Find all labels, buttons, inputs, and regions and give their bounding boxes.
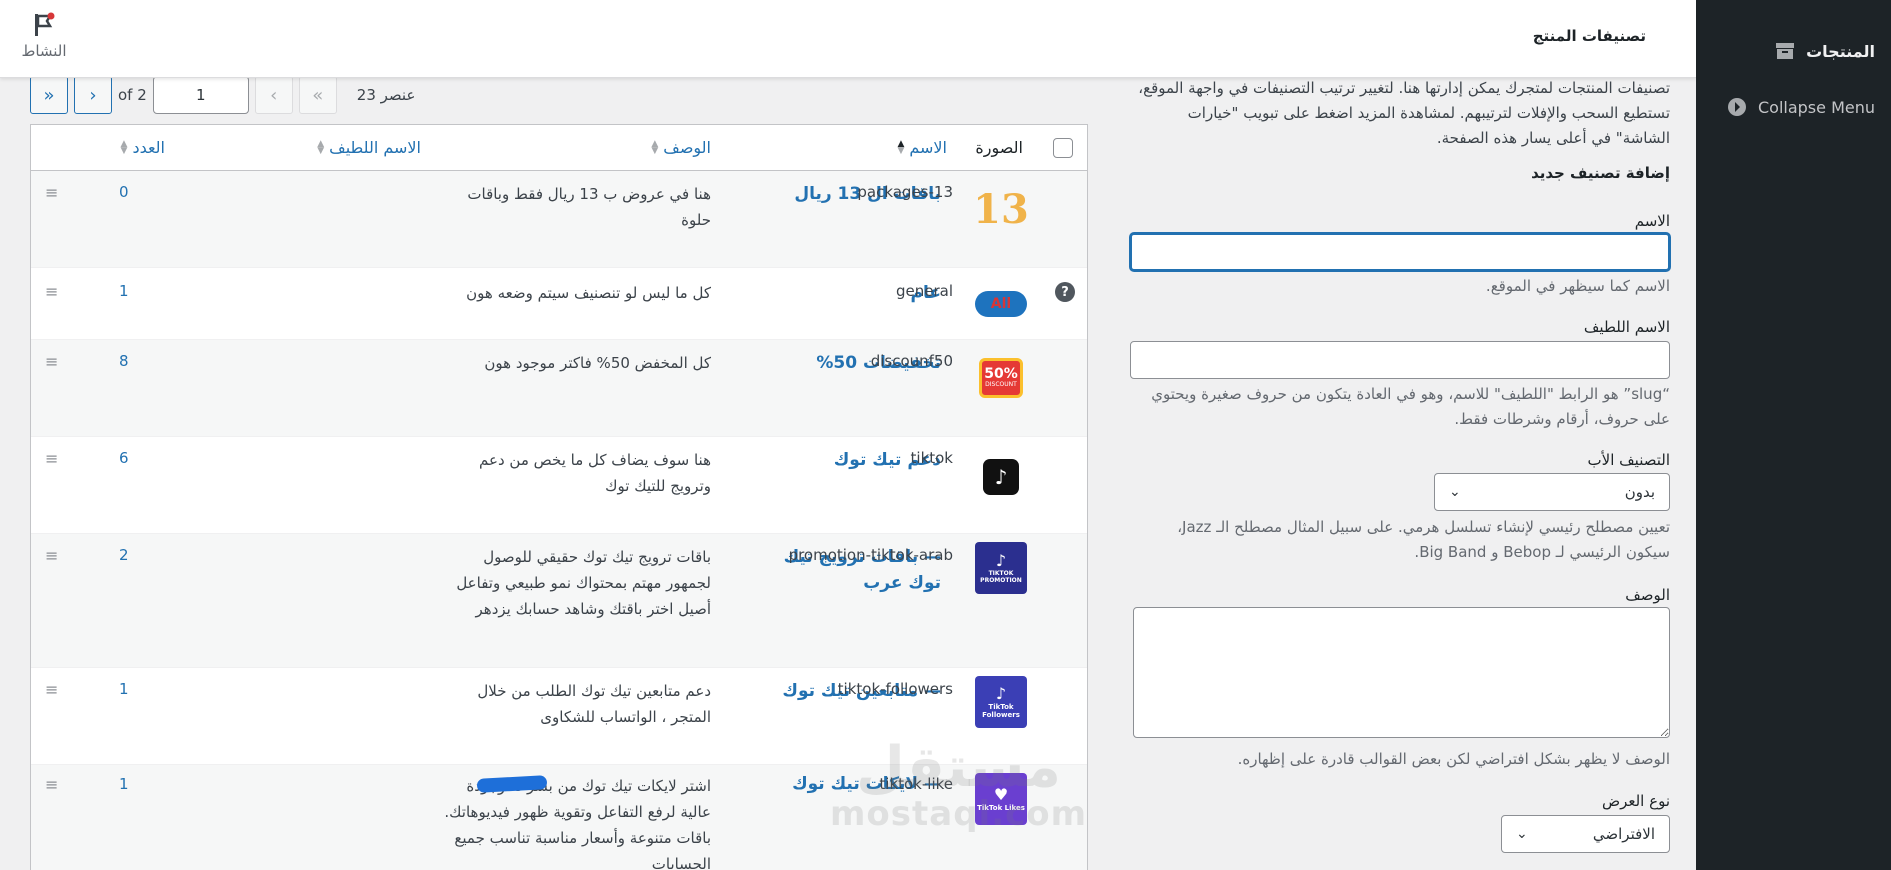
tiktok-followers-icon: ♪ TikTok Followers <box>975 676 1027 728</box>
category-slug: discounf50 <box>870 352 953 370</box>
watermark: مستقل mostaql.com <box>830 735 1088 834</box>
column-description-sort[interactable]: الوصف ▲ ▼ <box>651 138 711 157</box>
current-page-input[interactable] <box>152 76 249 114</box>
column-image: الصورة <box>975 138 1023 157</box>
activity-button[interactable]: النشاط <box>16 12 72 60</box>
tiktok-promotion-icon: ♪ TIKTOK PROMOTION <box>975 542 1027 594</box>
category-description: كل ما ليس لو تنصنيف سيتم وضعه هون <box>466 284 711 302</box>
category-description: باقات ترويج تيك توك حقيقي للوصول لجمهور … <box>456 548 711 618</box>
display-type-label: نوع العرض <box>1601 792 1670 810</box>
admin-sidebar: المنتجات Collapse Menu <box>1696 0 1891 870</box>
parent-select-value: بدون <box>1624 483 1655 501</box>
category-count-link[interactable]: 1 <box>119 282 129 300</box>
parent-label: التصنيف الأب <box>1587 451 1670 469</box>
sidebar-item-products[interactable]: المنتجات <box>1774 40 1875 62</box>
flag-icon <box>35 12 55 36</box>
watermark-url: mostaql.com <box>830 794 1088 834</box>
column-count-sort[interactable]: العدد ▲ ▼ <box>121 138 165 157</box>
collapse-menu-button[interactable]: Collapse Menu <box>1726 96 1875 118</box>
collapse-menu-label: Collapse Menu <box>1757 97 1875 117</box>
tiktok-icon: ♪ <box>975 451 1027 503</box>
category-count-link[interactable]: 2 <box>119 546 129 564</box>
chevron-down-icon: ⌄ <box>1449 484 1461 500</box>
activity-label: النشاط <box>21 42 67 60</box>
name-input[interactable] <box>1130 233 1670 271</box>
description-hint: الوصف لا يظهر بشكل افتراضي لكن بعض القوا… <box>1237 750 1670 768</box>
parent-hint: تعيين مصطلح رئيسي لإنشاء تسلسل هرمي. على… <box>1177 518 1670 561</box>
column-slug-label: الاسم اللطيف <box>329 138 421 157</box>
column-name-sort[interactable]: الاسم ▲ ▼ <box>897 138 947 157</box>
discount-badge-icon: 50% DISCOUNT <box>975 352 1027 404</box>
display-type-value: الافتراضي <box>1592 825 1655 843</box>
sidebar-item-label: المنتجات <box>1806 41 1875 61</box>
next-page-button[interactable]: › <box>74 76 112 114</box>
category-description: كل المخفض 50% فاكتر موجود هون <box>484 354 711 372</box>
page-of-text: of 2 <box>118 86 147 104</box>
collapse-arrow-icon <box>1726 96 1748 118</box>
prev-page-button: ‹ <box>254 76 293 114</box>
table-row: 13 باقات ال 13 ريال هنا في عروض ب 13 ريا… <box>31 171 1087 268</box>
all-cloud-icon: All <box>975 278 1027 330</box>
13-number-icon: 13 <box>973 185 1029 233</box>
select-all-checkbox[interactable] <box>1053 137 1073 158</box>
category-count-link[interactable]: 8 <box>119 352 129 370</box>
drag-handle-icon[interactable]: ≡ <box>45 775 58 794</box>
table-row: 50% DISCOUNT تخفيضات 50% كل المخفض 50% ف… <box>31 340 1087 437</box>
category-slug: tiktok <box>910 449 953 467</box>
table-row: ? All عام كل ما ليس لو تنصنيف سيتم وضعه … <box>31 268 1087 340</box>
sort-arrows-icon: ▲ ▼ <box>120 138 128 156</box>
first-page-button: « <box>298 76 337 114</box>
sort-arrows-icon: ▲ ▼ <box>897 138 905 156</box>
category-description: هنا سوف يضاف كل ما يخص من دعم وترويج للت… <box>479 451 711 495</box>
drag-handle-icon[interactable]: ≡ <box>45 282 58 301</box>
name-hint: الاسم كما سيظهر في الموقع. <box>1485 277 1670 295</box>
category-count-link[interactable]: 1 <box>119 775 129 793</box>
category-slug: packages-13 <box>857 183 953 201</box>
slug-input[interactable] <box>1130 341 1670 379</box>
table-row: ♪ دعم تيك توك هنا سوف يضاف كل ما يخص من … <box>31 437 1087 534</box>
description-label: الوصف <box>1625 586 1670 604</box>
category-slug: tiktok-followers <box>837 680 953 698</box>
slug-hint: “slug” هو الرابط "اللطيف" للاسم، وهو في … <box>1151 385 1670 428</box>
category-count-link[interactable]: 6 <box>119 449 129 467</box>
category-slug: general <box>895 282 953 300</box>
parent-select[interactable]: بدون ⌄ <box>1434 473 1670 511</box>
sort-arrows-icon: ▲ ▼ <box>317 138 325 156</box>
drag-handle-icon[interactable]: ≡ <box>45 680 58 699</box>
help-icon[interactable]: ? <box>1055 282 1075 302</box>
table-row: ♪ TIKTOK PROMOTION — باقات ترويج تيك توك… <box>31 534 1087 668</box>
name-label: الاسم <box>1634 212 1670 230</box>
page-header: تصنيفات المنتج النشاط <box>0 0 1696 78</box>
drag-handle-icon[interactable]: ≡ <box>45 449 58 468</box>
pagination: » › of 2 ‹ « 23 عنصر <box>30 76 415 114</box>
chevron-down-icon: ⌄ <box>1516 826 1528 842</box>
category-description: هنا في عروض ب 13 ريال فقط وباقات حلوة <box>467 185 711 229</box>
last-page-button[interactable]: » <box>30 76 68 114</box>
drag-handle-icon[interactable]: ≡ <box>45 546 58 565</box>
category-description: دعم متابعين تيك توك الطلب من خلال المتجر… <box>477 682 711 726</box>
watermark-arabic: مستقل <box>856 735 1061 800</box>
table-header: الصورة الاسم ▲ ▼ الوصف ▲ ▼ الاسم اللطيف ▲ ▼… <box>31 125 1087 171</box>
column-description-label: الوصف <box>663 138 711 157</box>
page-title: تصنيفات المنتج <box>1532 27 1646 45</box>
archive-icon <box>1774 40 1796 62</box>
display-type-select[interactable]: الافتراضي ⌄ <box>1501 815 1670 853</box>
column-count-label: العدد <box>132 138 165 157</box>
drag-handle-icon[interactable]: ≡ <box>45 352 58 371</box>
add-category-title: إضافة تصنيف جديد <box>1531 164 1670 182</box>
drag-handle-icon[interactable]: ≡ <box>45 183 58 202</box>
slug-label: الاسم اللطيف <box>1583 318 1670 336</box>
intro-text: تصنيفات المنتجات لمتجرك يمكن إدارتها هنا… <box>1138 79 1670 147</box>
column-name-label: الاسم <box>909 138 947 157</box>
column-slug-sort[interactable]: الاسم اللطيف ▲ ▼ <box>317 138 421 157</box>
description-textarea[interactable] <box>1133 607 1670 738</box>
sort-arrows-icon: ▲ ▼ <box>651 138 659 156</box>
category-count-link[interactable]: 1 <box>119 680 129 698</box>
category-count-link[interactable]: 0 <box>119 183 129 201</box>
items-count: 23 عنصر <box>356 86 416 104</box>
category-slug: promotion-tiktok-arab <box>788 546 953 564</box>
